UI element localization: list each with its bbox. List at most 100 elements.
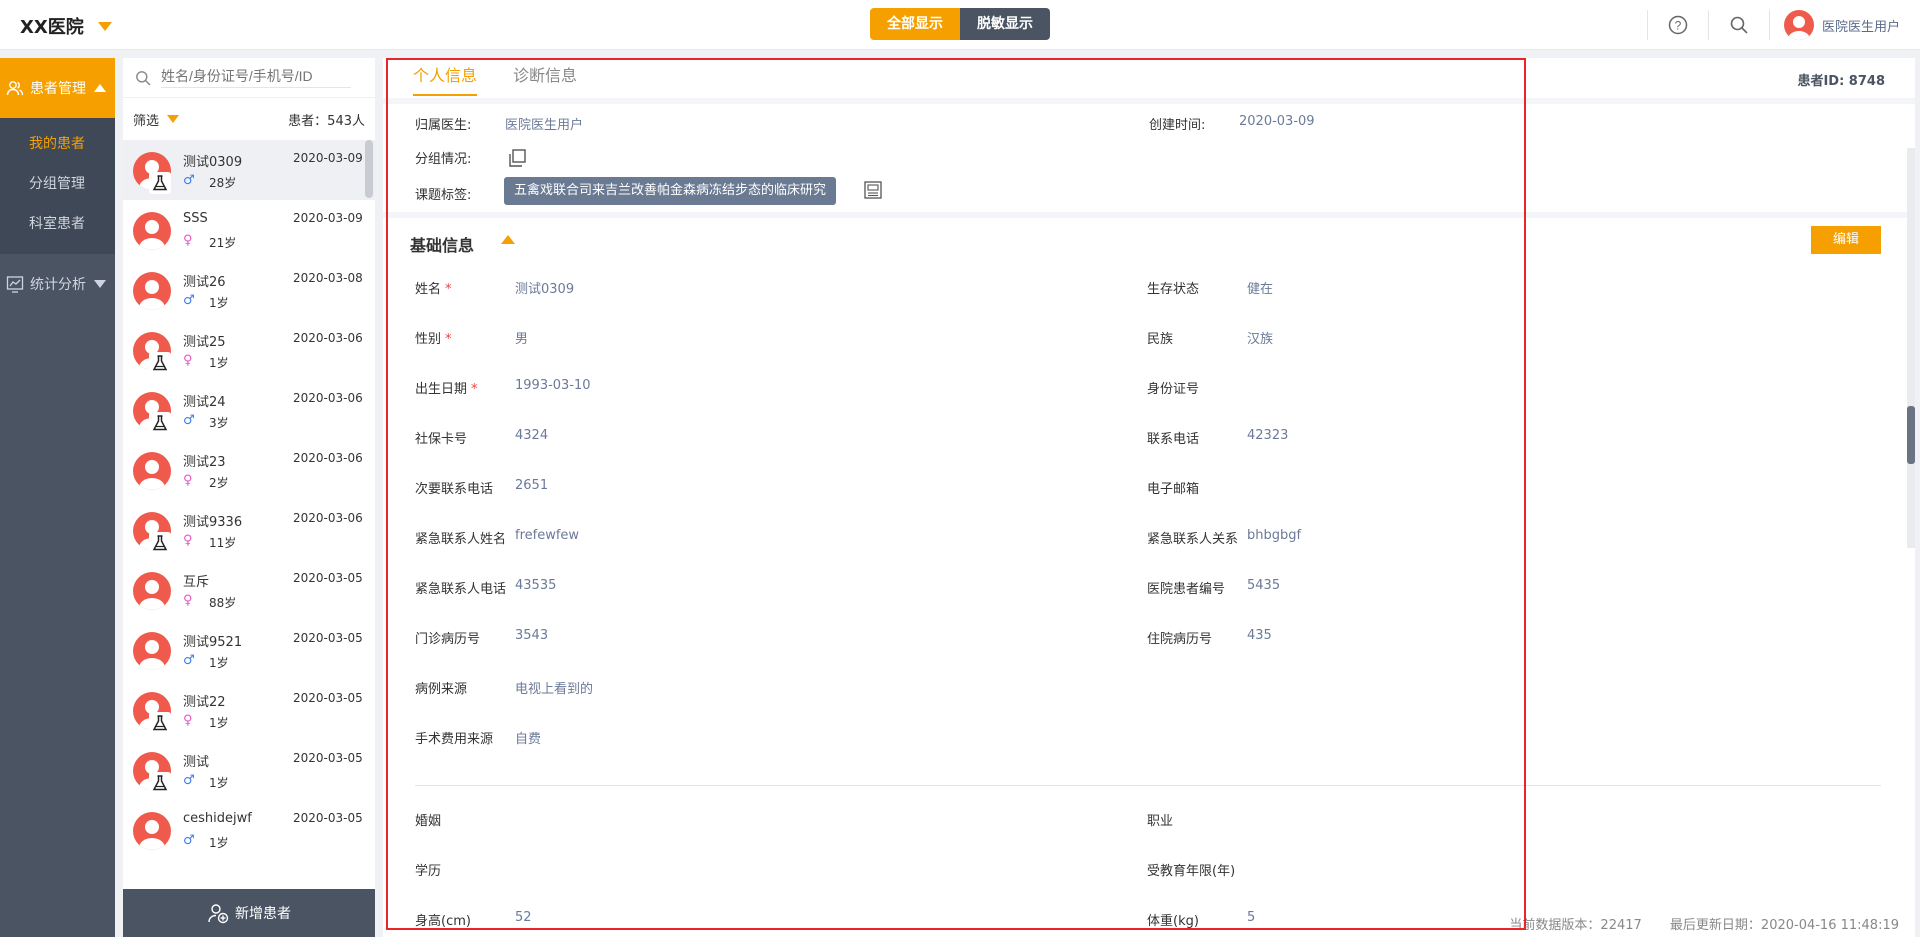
filter-button[interactable]: 筛选: [133, 110, 159, 129]
field-value: 自费: [515, 732, 542, 747]
field-label: 性别 *: [415, 328, 452, 347]
patient-age: 28岁: [209, 176, 237, 190]
hospital-selector[interactable]: XX医院: [20, 13, 112, 39]
user-menu[interactable]: 医院医生用户: [1770, 10, 1920, 40]
add-patient-button[interactable]: 新增患者: [123, 889, 375, 937]
field-value: 435: [1247, 628, 1272, 643]
list-item[interactable]: 测试9336 2020-03-06 ♀ 11岁: [123, 500, 375, 560]
detail-tabs: 个人信息 诊断信息: [413, 58, 613, 96]
list-item[interactable]: 测试24 2020-03-06 ♂ 3岁: [123, 380, 375, 440]
gender-icon: ♂: [183, 173, 195, 188]
nav-statistics[interactable]: 统计分析: [0, 254, 115, 314]
show-all-button[interactable]: 全部显示: [870, 8, 960, 40]
required-mark: *: [445, 332, 452, 347]
field-value: 健在: [1247, 282, 1274, 297]
patient-age: 2岁: [209, 476, 229, 490]
gender-icon: ♂: [183, 413, 195, 428]
field-value: 4324: [515, 428, 549, 443]
search-input[interactable]: [161, 67, 351, 88]
list-item[interactable]: 测试22 2020-03-05 ♀ 1岁: [123, 680, 375, 740]
help-button[interactable]: ?: [1648, 0, 1708, 50]
list-item[interactable]: 112020-03-05: [123, 860, 375, 871]
patient-age: 3岁: [209, 416, 229, 430]
gender-icon: ♂: [183, 653, 195, 668]
patient-name: 测试0309: [183, 155, 243, 170]
section-title: 基础信息: [410, 236, 475, 255]
gender-icon: ♀: [183, 533, 193, 548]
field-label: 姓名 *: [415, 278, 452, 297]
content-scrollbar[interactable]: [1907, 148, 1915, 548]
nav-item-group-management[interactable]: 分组管理: [0, 164, 115, 204]
tab-personal-info[interactable]: 个人信息: [413, 58, 478, 96]
field-label: 紧急联系人电话: [415, 578, 506, 597]
field-label-text: 紧急联系人关系: [1147, 532, 1239, 547]
footer-info: 当前数据版本：22417 最后更新日期：2020-04-16 11:48:19: [1485, 914, 1899, 933]
list-item[interactable]: 测试23 2020-03-06 ♀ 2岁: [123, 440, 375, 500]
field-label-text: 姓名: [415, 282, 442, 297]
doctor-value: 医院医生用户: [505, 118, 584, 133]
brand-title: XX医院: [20, 17, 84, 38]
gender-icon: ♀: [183, 473, 193, 488]
patient-age: 1岁: [209, 836, 229, 850]
list-item[interactable]: 互斥 2020-03-05 ♀ 88岁: [123, 560, 375, 620]
field-label-text: 门诊病历号: [415, 632, 481, 647]
edit-button[interactable]: 编辑: [1811, 226, 1881, 254]
patient-age: 1岁: [209, 716, 229, 730]
patient-name: 互斥: [183, 575, 210, 590]
list-scrollbar[interactable]: [365, 140, 373, 198]
list-item[interactable]: ceshidejwf 2020-03-05 ♂ 1岁: [123, 800, 375, 860]
list-item[interactable]: 测试9521 2020-03-05 ♂ 1岁: [123, 620, 375, 680]
patient-name: 测试25: [183, 335, 226, 350]
nav-item-my-patients[interactable]: 我的患者: [0, 124, 115, 164]
patient-age: 11岁: [209, 536, 237, 550]
field-label: 生存状态: [1147, 278, 1199, 297]
list-item[interactable]: SSS 2020-03-09 ♀ 21岁: [123, 200, 375, 260]
field-label: 医院患者编号: [1147, 578, 1225, 597]
patient-date: 2020-03-09: [293, 211, 363, 225]
search-button[interactable]: [1709, 0, 1769, 50]
masked-display-button[interactable]: 脱敏显示: [960, 8, 1050, 40]
divider: [383, 212, 1915, 218]
scrollbar-thumb[interactable]: [1907, 406, 1915, 464]
gender-icon: ♀: [183, 593, 193, 608]
field-value: bhbgbgf: [1247, 528, 1302, 543]
gender-icon: ♂: [183, 773, 195, 788]
caret-down-icon[interactable]: [167, 115, 180, 123]
field-label: 婚姻: [415, 810, 441, 829]
tab-diagnosis-info[interactable]: 诊断信息: [513, 58, 577, 96]
field-label: 紧急联系人关系: [1147, 528, 1238, 547]
field-label-text: 学历: [415, 864, 442, 879]
field-value: 测试0309: [515, 282, 575, 297]
list-item[interactable]: 测试25 2020-03-06 ♀ 1岁: [123, 320, 375, 380]
field-value: 电视上看到的: [515, 682, 594, 697]
field-value: 汉族: [1247, 332, 1274, 347]
field-value: frefewfew: [515, 528, 580, 543]
field-label: 身高(cm): [415, 910, 471, 929]
field-label-text: 手术费用来源: [415, 732, 494, 747]
filter-bar: 筛选 患者：543人: [123, 98, 375, 140]
created-label: 创建时间:: [1149, 118, 1206, 133]
field-value: 2651: [515, 478, 549, 493]
list-item[interactable]: 测试 2020-03-05 ♂ 1岁: [123, 740, 375, 800]
field-label: 病例来源: [415, 678, 467, 697]
group-copy-button[interactable]: [507, 148, 527, 172]
nav-item-department-patients[interactable]: 科室患者: [0, 204, 115, 244]
doctor-label: 归属医生:: [415, 118, 472, 133]
nav-patient-management[interactable]: 患者管理: [0, 58, 115, 118]
flask-icon: [149, 172, 171, 194]
nav-submenu: 我的患者 分组管理 科室患者: [0, 118, 115, 254]
field-label: 民族: [1147, 328, 1173, 347]
field-label: 受教育年限(年): [1147, 860, 1235, 879]
list-item[interactable]: 测试0309 2020-03-09 ♂ 28岁: [123, 140, 375, 200]
top-bar: XX医院 全部显示 脱敏显示 ? 医院医生用户: [0, 0, 1920, 50]
field-value: 3543: [515, 628, 549, 643]
patient-name: 测试9521: [183, 635, 243, 650]
collapse-icon[interactable]: [501, 235, 515, 244]
list-item[interactable]: 测试26 2020-03-08 ♂ 1岁: [123, 260, 375, 320]
add-patient-label: 新增患者: [235, 906, 291, 922]
topic-edit-button[interactable]: [863, 180, 883, 204]
data-version: 当前数据版本：22417: [1509, 918, 1642, 933]
patient-name: 测试23: [183, 455, 226, 470]
patient-name: 测试22: [183, 695, 226, 710]
field-value: 43535: [515, 578, 557, 593]
